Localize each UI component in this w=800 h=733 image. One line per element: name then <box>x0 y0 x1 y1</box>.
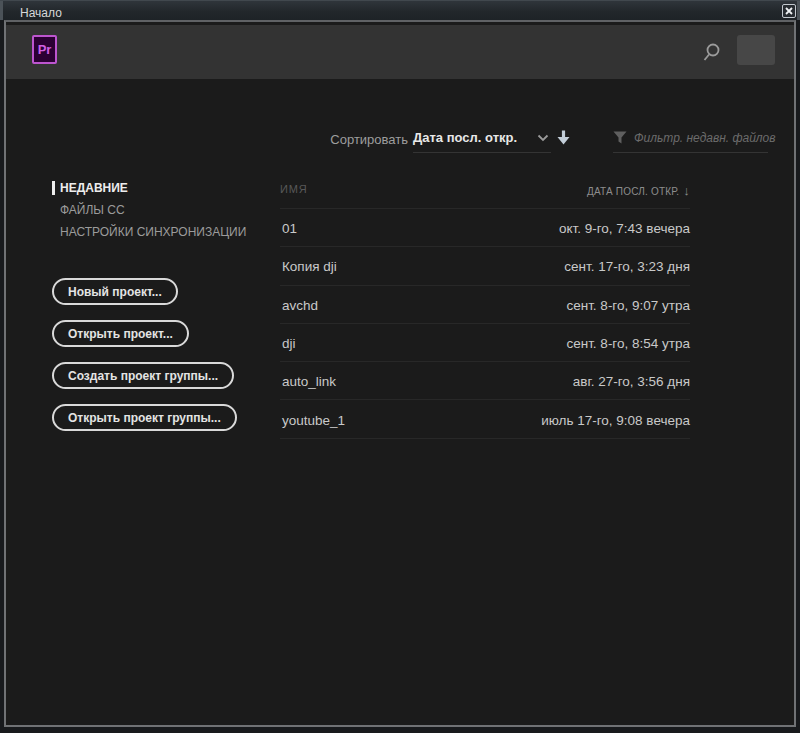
new-project-button[interactable]: Новый проект... <box>52 278 178 305</box>
chevron-down-icon <box>537 134 549 142</box>
recent-files-table: ИМЯ ДАТА ПОСЛ. ОТКР. ↓ 01 окт. 9-го, 7:43… <box>280 179 690 439</box>
profile-avatar[interactable] <box>737 35 775 65</box>
close-icon <box>785 7 793 15</box>
table-row[interactable]: 01 окт. 9-го, 7:43 вечера <box>280 209 690 247</box>
filter-placeholder: Фильтр. недавн. файлов <box>634 131 776 145</box>
table-row[interactable]: Копия dji сент. 17-го, 3:23 дня <box>280 247 690 285</box>
sidebar-item-cc-files[interactable]: ФАЙЛЫ CC <box>52 199 246 221</box>
column-header-name[interactable]: ИМЯ <box>280 183 307 195</box>
sidebar-item-sync-settings[interactable]: НАСТРОЙКИ СИНХРОНИЗАЦИИ <box>52 221 246 243</box>
filter-icon <box>613 131 627 144</box>
sort-arrow-icon: ↓ <box>683 183 690 198</box>
window-titlebar[interactable]: Начало <box>0 0 800 20</box>
table-row[interactable]: dji сент. 8-го, 8:54 утра <box>280 324 690 362</box>
search-icon[interactable] <box>701 42 721 63</box>
open-team-project-button[interactable]: Открыть проект группы... <box>52 404 237 431</box>
premiere-start-window: Начало Pr Сортировать Дата посл. откр. Ф… <box>0 0 800 733</box>
premiere-logo: Pr <box>32 35 57 64</box>
project-buttons: Новый проект... Открыть проект... Создать … <box>52 278 237 431</box>
sort-dropdown[interactable]: Дата посл. откр. <box>413 128 551 153</box>
new-team-project-button[interactable]: Создать проект группы... <box>52 362 234 389</box>
filter-input[interactable]: Фильтр. недавн. файлов <box>613 128 768 153</box>
premiere-logo-text: Pr <box>38 42 52 57</box>
sidebar-item-recent[interactable]: НЕДАВНИЕ <box>52 177 246 199</box>
sort-direction-icon[interactable] <box>556 129 571 146</box>
sort-label: Сортировать <box>258 132 408 147</box>
sidebar-nav: НЕДАВНИЕФАЙЛЫ CCНАСТРОЙКИ СИНХРОНИЗАЦИИ <box>52 177 246 243</box>
window-body: Pr Сортировать Дата посл. откр. Фильтр. … <box>4 20 796 727</box>
table-row[interactable]: youtube_1 июль 17-го, 9:08 вечера <box>280 400 690 438</box>
table-row[interactable]: avchd сент. 8-го, 9:07 утра <box>280 286 690 324</box>
column-header-date-label: ДАТА ПОСЛ. ОТКР. <box>587 186 679 197</box>
table-row[interactable]: auto_link авг. 27-го, 3:56 дня <box>280 362 690 400</box>
column-header-date[interactable]: ДАТА ПОСЛ. ОТКР. ↓ <box>587 183 690 198</box>
table-body: 01 окт. 9-го, 7:43 вечера Копия dji сент… <box>280 209 690 439</box>
sort-dropdown-value: Дата посл. откр. <box>413 130 517 145</box>
window-close-button[interactable] <box>782 4 796 18</box>
window-title: Начало <box>20 6 62 20</box>
open-project-button[interactable]: Открыть проект... <box>52 320 189 347</box>
app-header: Pr <box>6 25 794 79</box>
table-header: ИМЯ ДАТА ПОСЛ. ОТКР. ↓ <box>280 179 690 209</box>
